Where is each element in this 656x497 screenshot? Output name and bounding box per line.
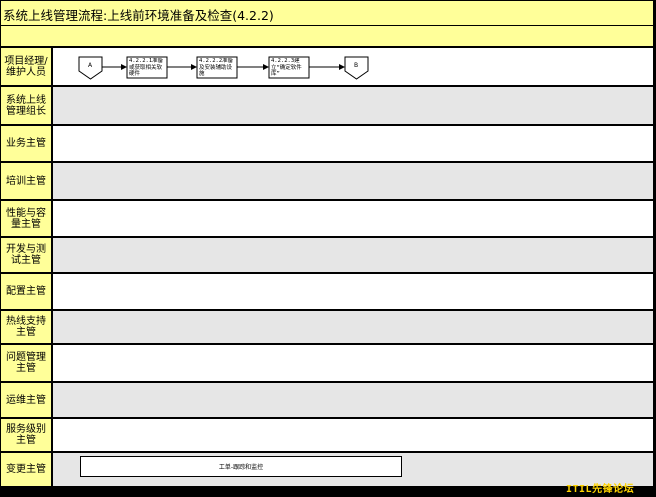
lane-label-text: 培训主管 — [6, 175, 46, 187]
lane-label: 系统上线管理组长 — [0, 86, 52, 125]
lane-label: 培训主管 — [0, 162, 52, 200]
lane-label: 问题管理主管 — [0, 344, 52, 382]
lane-body — [52, 418, 654, 452]
header-spacer-bar — [0, 26, 654, 47]
connector-a-label: A — [87, 62, 93, 69]
step-4-2-2-1-text: 4.2.2.1准备或获取相关软硬件 — [129, 58, 164, 77]
step-4-2-2-2-text: 4.2.2.2准备及安装辅助设施 — [199, 58, 234, 77]
diagram-title: 系统上线管理流程:上线前环境准备及检查(4.2.2) — [3, 8, 274, 23]
lane-label-text: 问题管理主管 — [6, 352, 46, 374]
ticket-tracking-box[interactable]: 工单-跟踪和监控 — [80, 456, 402, 477]
lane-body — [52, 344, 654, 382]
lane-label-text: 系统上线管理组长 — [6, 94, 46, 117]
lane-label-text: 开发与测试主管 — [6, 244, 46, 266]
ticket-tracking-label: 工单-跟踪和监控 — [218, 464, 264, 471]
lane-body — [52, 310, 654, 344]
lane-label-text: 热线支持主管 — [6, 316, 46, 338]
step-4-2-2-3-text: 4.2.2.3建立“确定软件库” — [271, 58, 302, 77]
lane-label: 项目经理/维护人员 — [0, 47, 52, 86]
lane-label: 配置主管 — [0, 273, 52, 310]
lane-label: 服务级别主管 — [0, 418, 52, 452]
lane-body — [52, 237, 654, 273]
lane-label: 变更主管 — [0, 452, 52, 487]
lane-label: 性能与容量主管 — [0, 200, 52, 237]
lane-label: 开发与测试主管 — [0, 237, 52, 273]
lane-label: 热线支持主管 — [0, 310, 52, 344]
lane-body — [52, 382, 654, 418]
lane-body — [52, 162, 654, 200]
forum-watermark: ITIL先锋论坛 — [566, 484, 635, 495]
lane-label-text: 服务级别主管 — [6, 424, 46, 446]
connector-b-label: B — [353, 62, 359, 69]
lane-label-text: 运维主管 — [6, 394, 46, 406]
lane-label-text: 项目经理/维护人员 — [4, 55, 48, 78]
diagram-page: 系统上线管理流程:上线前环境准备及检查(4.2.2) 项目经理/维护人员 系统上线… — [0, 0, 656, 497]
lane-label-text: 变更主管 — [6, 464, 46, 475]
lane-label-text: 性能与容量主管 — [6, 207, 46, 230]
lane-label-text: 配置主管 — [6, 286, 46, 297]
lane-label-text: 业务主管 — [6, 138, 46, 149]
lane-body — [52, 86, 654, 125]
lane-label: 运维主管 — [0, 382, 52, 418]
lane-body — [52, 200, 654, 237]
lane-label: 业务主管 — [0, 125, 52, 162]
title-bar: 系统上线管理流程:上线前环境准备及检查(4.2.2) — [0, 0, 654, 26]
lane-body — [52, 273, 654, 310]
lane-body — [52, 125, 654, 162]
